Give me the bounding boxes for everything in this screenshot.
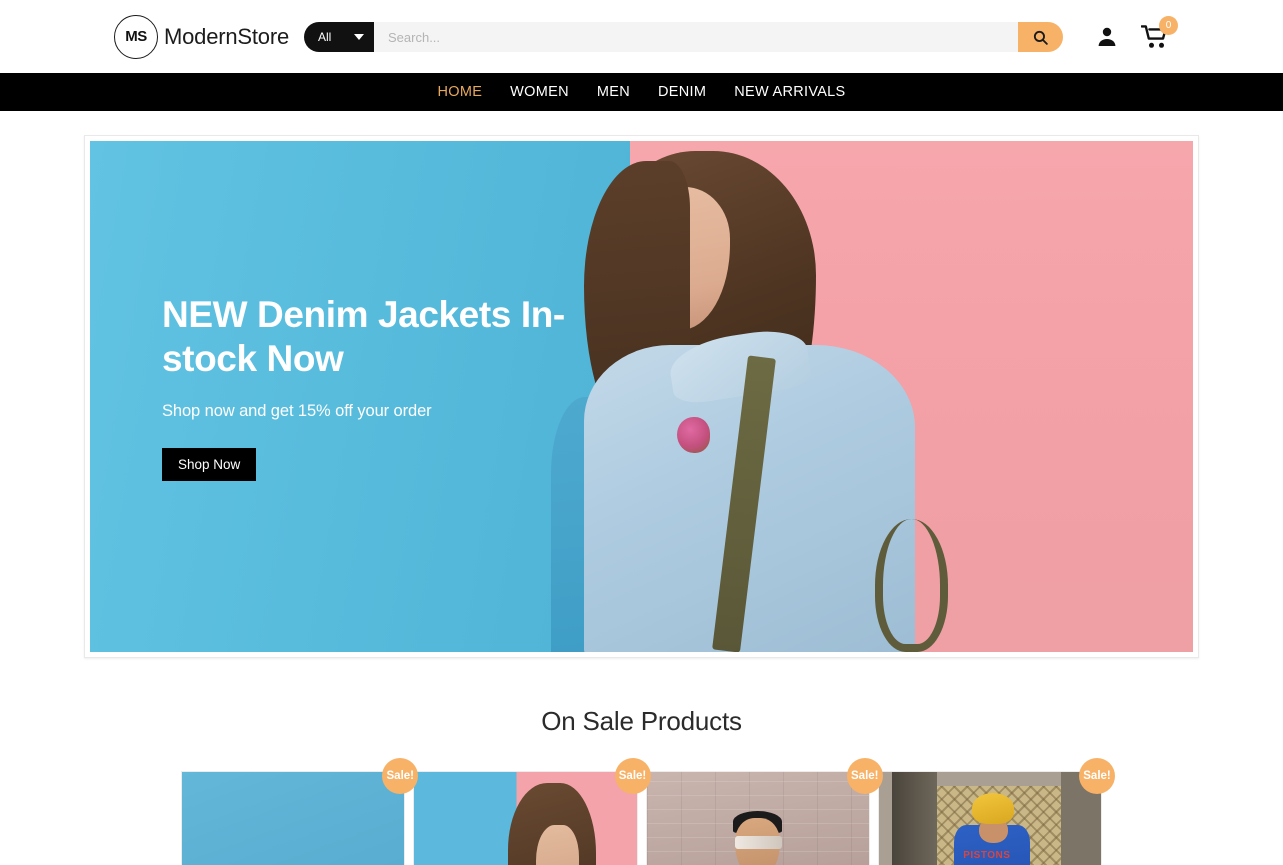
nav-item-denim[interactable]: DENIM (658, 84, 706, 100)
hero-banner-frame: NEW Denim Jackets In-stock Now Shop now … (84, 135, 1199, 658)
product-card[interactable]: Sale! (645, 758, 883, 865)
site-logo[interactable]: MS ModernStore (114, 14, 289, 59)
sale-badge: Sale! (1079, 758, 1115, 794)
product-image: PISTONS 2 (878, 772, 1101, 865)
sale-badge: Sale! (614, 758, 651, 794)
store-logo-icon: MS (114, 14, 158, 59)
site-header: MS ModernStore All 0 (0, 0, 1283, 73)
hero-banner[interactable]: NEW Denim Jackets In-stock Now Shop now … (90, 141, 1193, 652)
search-button[interactable] (1018, 22, 1063, 52)
main-navigation: HOME WOMEN MEN DENIM NEW ARRIVALS (0, 73, 1283, 111)
product-image (414, 772, 637, 865)
sale-badge: Sale! (382, 758, 419, 794)
nav-item-home[interactable]: HOME (437, 84, 482, 100)
hero-content: NEW Denim Jackets In-stock Now Shop now … (162, 293, 632, 481)
user-icon (1098, 27, 1116, 46)
account-button[interactable] (1095, 25, 1119, 49)
shop-now-button[interactable]: Shop Now (162, 448, 257, 481)
jersey-text: PISTONS (963, 850, 1011, 862)
nav-item-women[interactable]: WOMEN (510, 84, 569, 100)
chevron-down-icon (354, 34, 364, 40)
search-category-dropdown[interactable]: All (304, 22, 374, 52)
search-category-label: All (318, 30, 332, 44)
product-card[interactable]: Sale! (181, 758, 419, 865)
hero-title: NEW Denim Jackets In-stock Now (162, 294, 565, 379)
on-sale-section-title: On Sale Products (541, 706, 742, 736)
search-bar: All (304, 22, 1063, 52)
nav-item-men[interactable]: MEN (597, 84, 630, 100)
site-logo-text: ModernStore (164, 23, 289, 49)
sale-badge: Sale! (846, 758, 883, 794)
nav-item-new-arrivals[interactable]: NEW ARRIVALS (734, 84, 845, 100)
cart-button[interactable]: 0 (1141, 15, 1178, 49)
product-card[interactable]: PISTONS 2 Sale! (877, 758, 1115, 865)
hero-subtitle: Shop now and get 15% off your order (162, 402, 432, 420)
on-sale-product-grid: Sale! Sale! Sale! PISTONS 2 (0, 758, 1283, 865)
product-image (182, 772, 405, 865)
product-image (646, 772, 869, 865)
search-input[interactable] (374, 22, 1018, 52)
search-icon (1033, 30, 1048, 45)
product-card[interactable]: Sale! (413, 758, 651, 865)
cart-count-badge: 0 (1159, 15, 1178, 35)
header-actions: 0 (1095, 0, 1178, 73)
